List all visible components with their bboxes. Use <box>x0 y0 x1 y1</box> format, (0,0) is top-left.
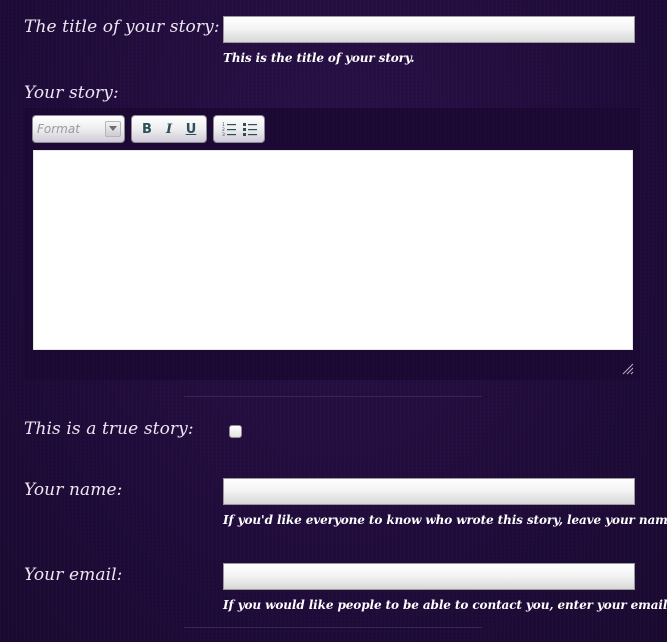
name-input[interactable] <box>223 478 635 505</box>
text-style-toolbar-group: B I U <box>131 115 207 143</box>
story-text-area[interactable] <box>33 150 633 350</box>
underline-button[interactable]: U <box>182 120 200 138</box>
bottom-divider <box>184 627 482 628</box>
svg-text:3: 3 <box>222 132 225 136</box>
story-editor: Format B I U 1 2 3 <box>24 108 640 380</box>
list-toolbar-group: 1 2 3 <box>213 115 265 143</box>
title-label: The title of your story: <box>24 17 220 37</box>
italic-button[interactable]: I <box>160 120 178 138</box>
title-input[interactable] <box>223 16 635 43</box>
numbered-list-icon[interactable]: 1 2 3 <box>220 120 238 138</box>
bold-button[interactable]: B <box>138 120 156 138</box>
true-story-label: This is a true story: <box>24 419 194 439</box>
section-divider <box>184 396 482 397</box>
email-input[interactable] <box>223 563 635 590</box>
email-label: Your email: <box>24 565 123 585</box>
true-story-checkbox[interactable] <box>229 425 242 438</box>
chevron-down-icon[interactable] <box>105 121 121 137</box>
bulleted-list-icon[interactable] <box>241 120 259 138</box>
name-label: Your name: <box>24 480 123 500</box>
resize-grip-icon[interactable] <box>622 363 634 375</box>
format-dropdown-label: Format <box>37 122 80 136</box>
title-hint: This is the title of your story. <box>223 51 415 65</box>
name-hint: If you'd like everyone to know who wrote… <box>223 513 667 527</box>
format-dropdown[interactable]: Format <box>32 115 125 143</box>
story-label: Your story: <box>24 83 119 103</box>
email-hint: If you would like people to be able to c… <box>223 598 667 612</box>
